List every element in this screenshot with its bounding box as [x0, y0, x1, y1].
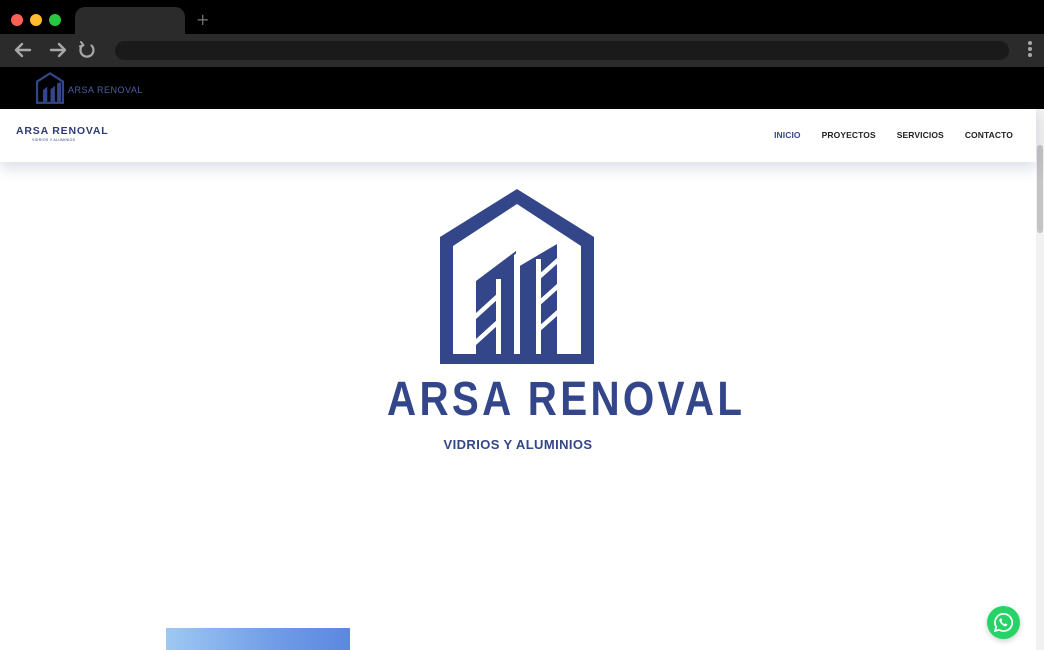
browser-tab-bar: +: [0, 0, 1044, 34]
top-banner-strip: ARSA RENOVAL: [0, 67, 1044, 109]
header-brand-tagline: VIDRIOS Y ALUMINIOS: [32, 138, 76, 142]
hero-image-block: [166, 628, 350, 650]
brand-logo-icon[interactable]: [36, 72, 64, 104]
main-nav: INICIO PROYECTOS SERVICIOS CONTACTO: [774, 130, 1013, 140]
nav-item-servicios[interactable]: SERVICIOS: [897, 130, 944, 140]
browser-toolbar: [0, 34, 1044, 67]
reload-icon[interactable]: [76, 39, 98, 61]
whatsapp-icon: [993, 613, 1014, 633]
new-tab-button[interactable]: +: [196, 10, 209, 30]
kebab-menu-icon[interactable]: [1024, 41, 1036, 61]
page-scrollbar-thumb[interactable]: [1037, 145, 1043, 233]
browser-tab[interactable]: [75, 7, 185, 34]
window-maximize-button[interactable]: [49, 14, 61, 26]
header-brand-name: ARSA RENOVAL: [16, 125, 109, 137]
header-logo[interactable]: ARSA RENOVAL VIDRIOS Y ALUMINIOS: [16, 125, 108, 142]
top-strip-brand[interactable]: ARSA RENOVAL: [68, 85, 143, 95]
window-close-button[interactable]: [11, 14, 23, 26]
nav-item-contacto[interactable]: CONTACTO: [965, 130, 1013, 140]
hero-house-logo-icon: [440, 189, 594, 364]
nav-item-proyectos[interactable]: PROYECTOS: [822, 130, 876, 140]
window-minimize-button[interactable]: [30, 14, 42, 26]
nav-item-inicio[interactable]: INICIO: [774, 130, 801, 140]
address-bar[interactable]: [115, 41, 1009, 60]
whatsapp-button[interactable]: [987, 606, 1020, 639]
hero-brand-subtitle: VIDRIOS Y ALUMINIOS: [443, 437, 593, 452]
forward-arrow-icon[interactable]: [47, 39, 69, 61]
hero-brand-title: ARSA RENOVAL: [386, 373, 746, 426]
site-header: ARSA RENOVAL VIDRIOS Y ALUMINIOS INICIO …: [0, 109, 1036, 162]
back-arrow-icon[interactable]: [12, 39, 34, 61]
